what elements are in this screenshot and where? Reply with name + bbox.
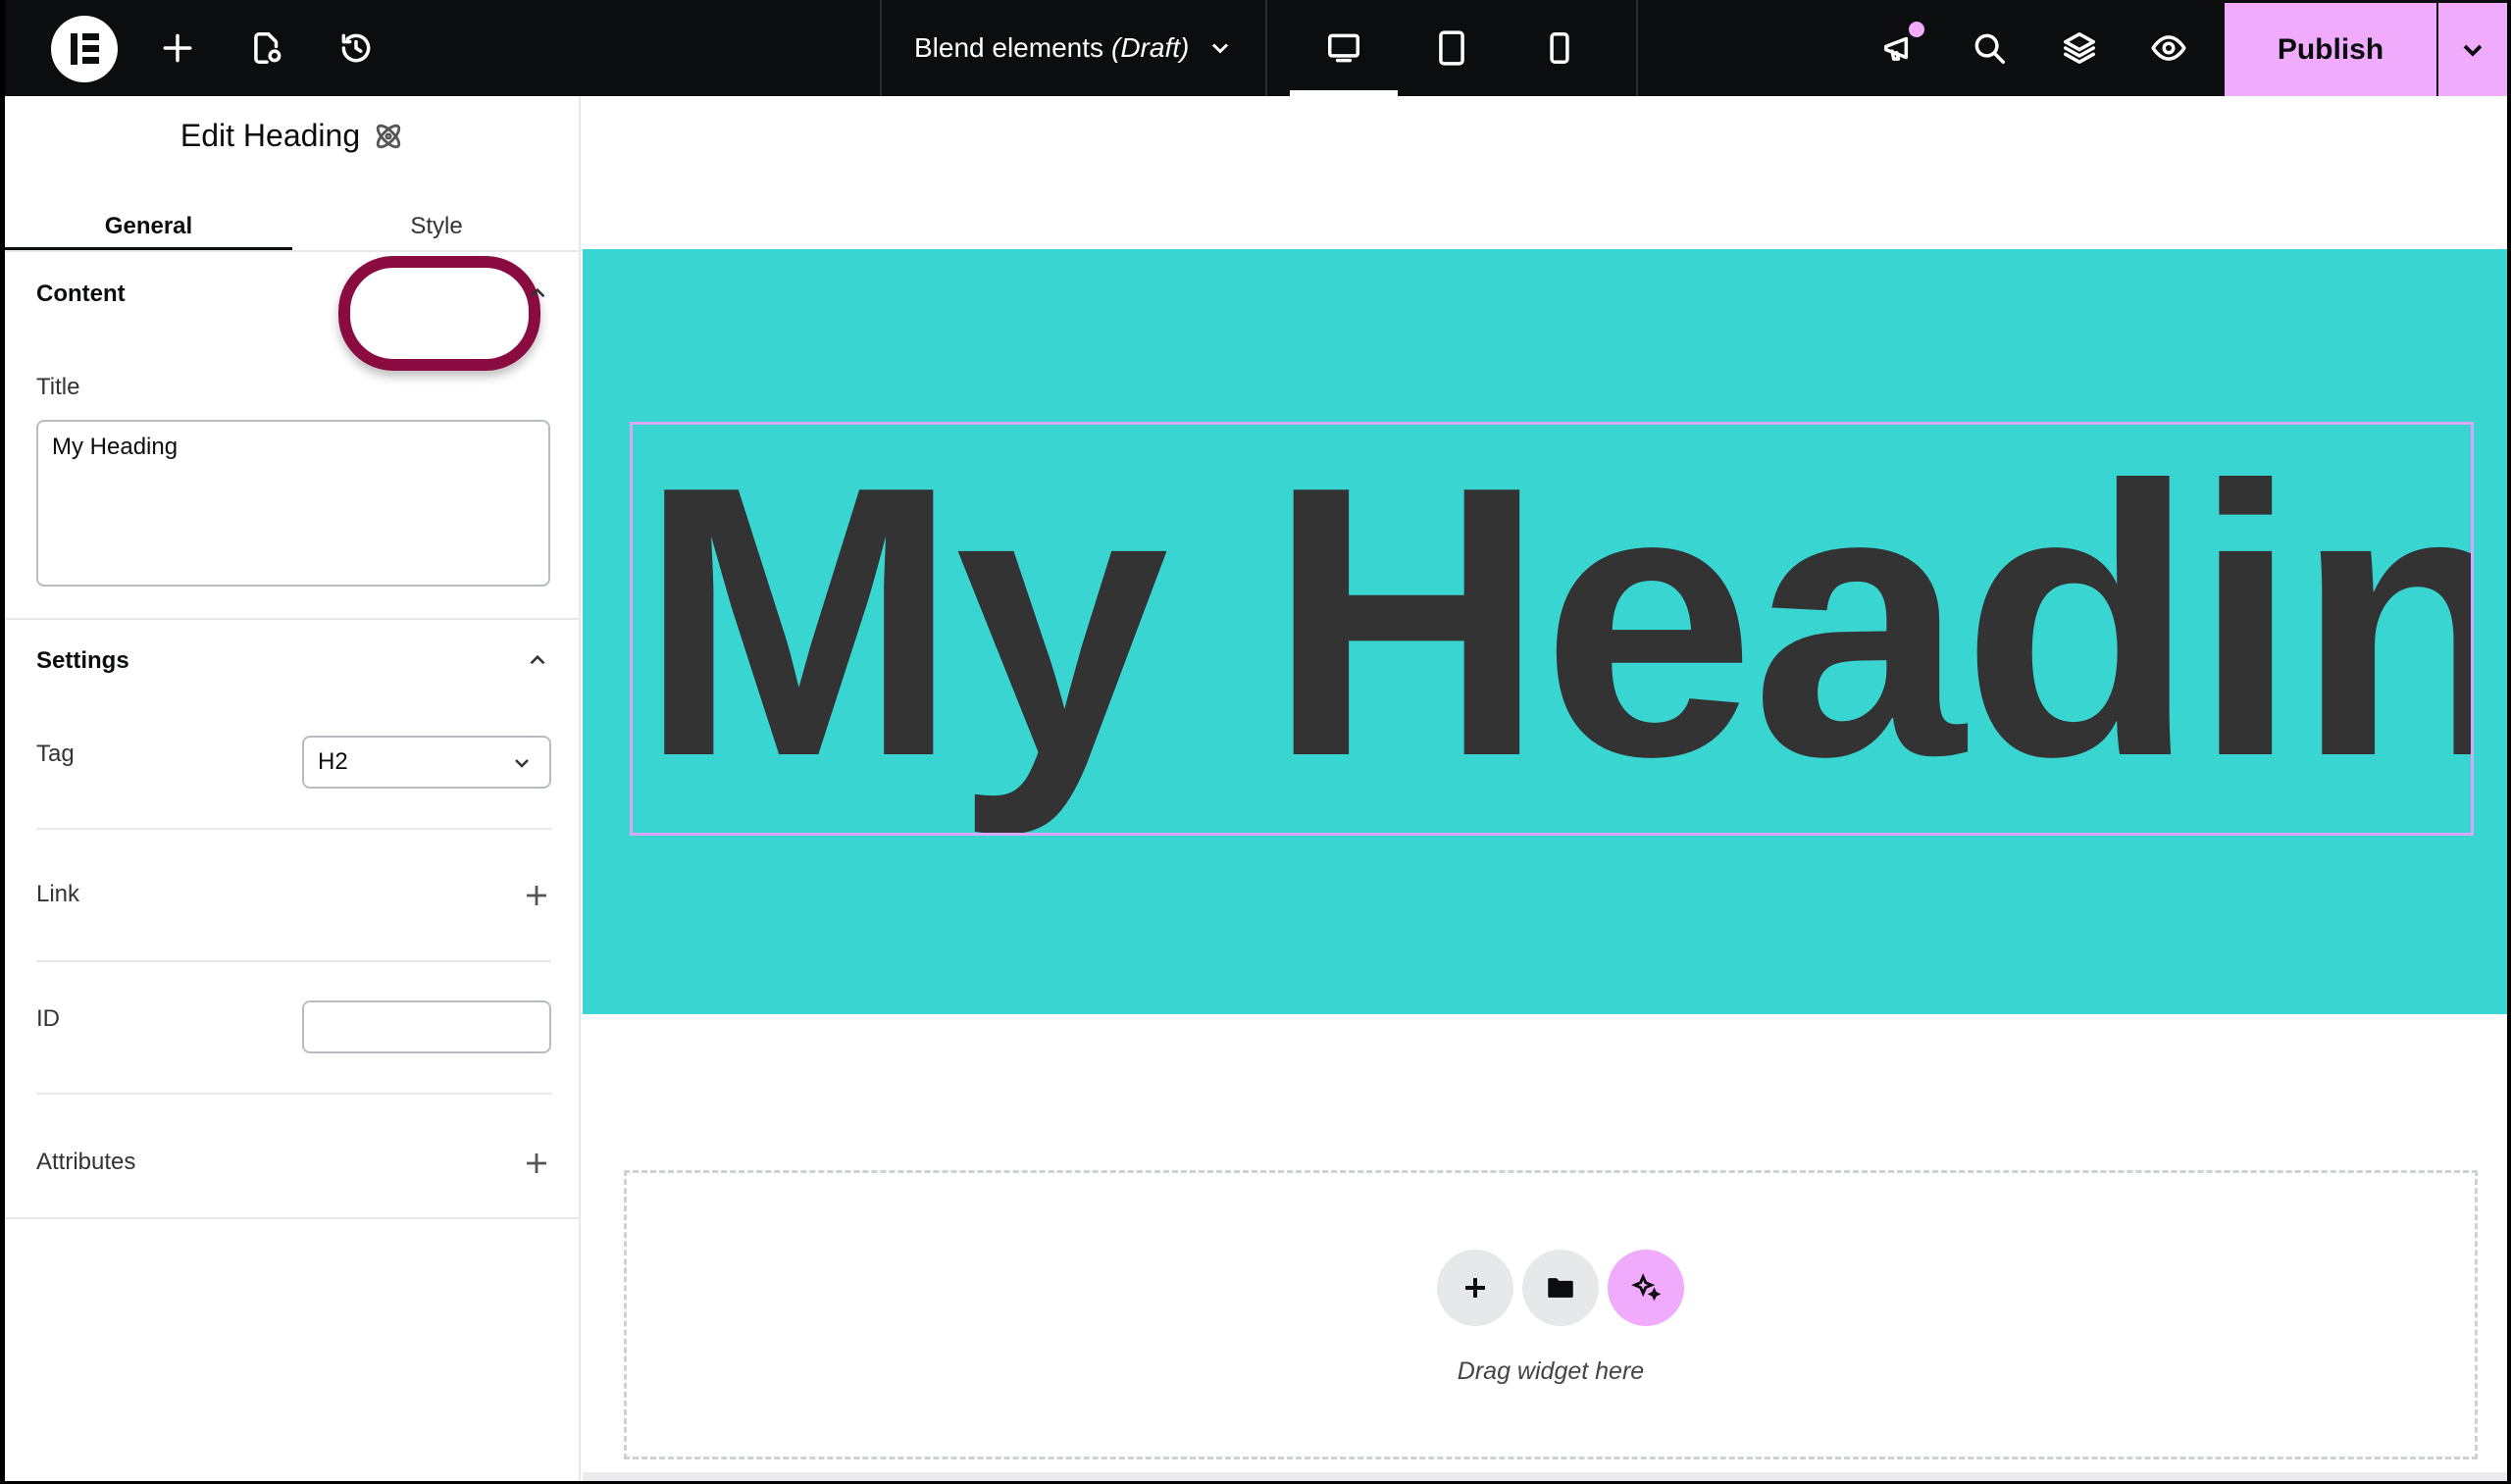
top-bar: Blend elements (Draft) Publish: [5, 0, 2507, 96]
chevron-down-icon: [1212, 43, 1229, 54]
sparkles-icon: [1631, 1273, 1662, 1302]
layers-icon[interactable]: [2057, 26, 2102, 71]
heading-text: My Heading: [639, 422, 2471, 836]
atom-icon: [376, 124, 401, 148]
heading-widget[interactable]: My Heading: [630, 422, 2474, 836]
section-divider: [5, 618, 581, 620]
row-divider: [36, 1093, 551, 1095]
editor-canvas: My Heading Drag widget here: [583, 96, 2507, 1481]
hero-container[interactable]: My Heading: [583, 249, 2507, 1014]
chevron-down-icon: [515, 759, 529, 768]
ai-generate-button[interactable]: [1608, 1250, 1684, 1326]
plus-icon: [1465, 1278, 1485, 1298]
publish-options-button[interactable]: [2438, 3, 2507, 96]
settings-section-heading[interactable]: Settings: [36, 647, 129, 675]
title-textarea[interactable]: [36, 420, 550, 587]
divider: [880, 0, 882, 96]
tag-select[interactable]: H2: [302, 736, 551, 789]
add-attributes-plus-icon[interactable]: [522, 1149, 551, 1178]
tabs-divider: [5, 250, 581, 252]
link-label: Link: [36, 881, 80, 907]
folder-icon: [1548, 1278, 1573, 1298]
style-tab-highlight-annotation: [338, 256, 540, 371]
document-title-dropdown[interactable]: Blend elements (Draft): [914, 0, 1234, 96]
desktop-icon[interactable]: [1321, 26, 1366, 71]
dropzone-text: Drag widget here: [1457, 1357, 1645, 1385]
attributes-label: Attributes: [36, 1149, 136, 1175]
document-title: Blend elements: [914, 32, 1104, 63]
search-icon[interactable]: [1967, 26, 2012, 71]
content-section-heading[interactable]: Content: [36, 281, 126, 308]
edit-panel: Edit Heading General Style Content Title…: [5, 96, 581, 1481]
id-label: ID: [36, 1005, 60, 1032]
page-settings-icon[interactable]: [244, 26, 289, 71]
tag-label: Tag: [36, 741, 75, 767]
chevron-up-icon[interactable]: [525, 281, 550, 306]
plus-icon[interactable]: [155, 26, 200, 71]
eye-icon[interactable]: [2146, 26, 2191, 71]
history-icon[interactable]: [333, 26, 379, 71]
add-element-button[interactable]: [1437, 1250, 1513, 1326]
tab-general[interactable]: General: [5, 204, 292, 249]
section-divider: [5, 1217, 581, 1219]
divider: [1636, 0, 1638, 96]
row-divider: [36, 828, 551, 830]
tablet-icon[interactable]: [1429, 26, 1474, 71]
add-link-plus-icon[interactable]: [522, 881, 551, 910]
widget-dropzone[interactable]: Drag widget here: [624, 1170, 2478, 1459]
mobile-icon[interactable]: [1537, 26, 1582, 71]
panel-title: Edit Heading: [5, 118, 581, 154]
document-status: (Draft): [1111, 32, 1190, 63]
elementor-logo[interactable]: [51, 16, 118, 82]
panel-title-text: Edit Heading: [179, 118, 361, 153]
add-template-button[interactable]: [1522, 1250, 1599, 1326]
tag-select-value: H2: [318, 748, 348, 775]
publish-button[interactable]: Publish: [2225, 3, 2436, 96]
title-label: Title: [36, 374, 80, 400]
notification-dot: [1909, 22, 1924, 37]
tab-style[interactable]: Style: [292, 204, 581, 249]
chevron-up-icon[interactable]: [525, 647, 550, 673]
id-input[interactable]: [302, 1000, 551, 1053]
canvas-bottom-edge: [583, 1472, 2507, 1481]
chevron-down-icon: [2463, 44, 2483, 57]
divider: [1265, 0, 1267, 96]
row-divider: [36, 960, 551, 962]
app-window: Blend elements (Draft) Publish Edit Head…: [5, 0, 2507, 1481]
